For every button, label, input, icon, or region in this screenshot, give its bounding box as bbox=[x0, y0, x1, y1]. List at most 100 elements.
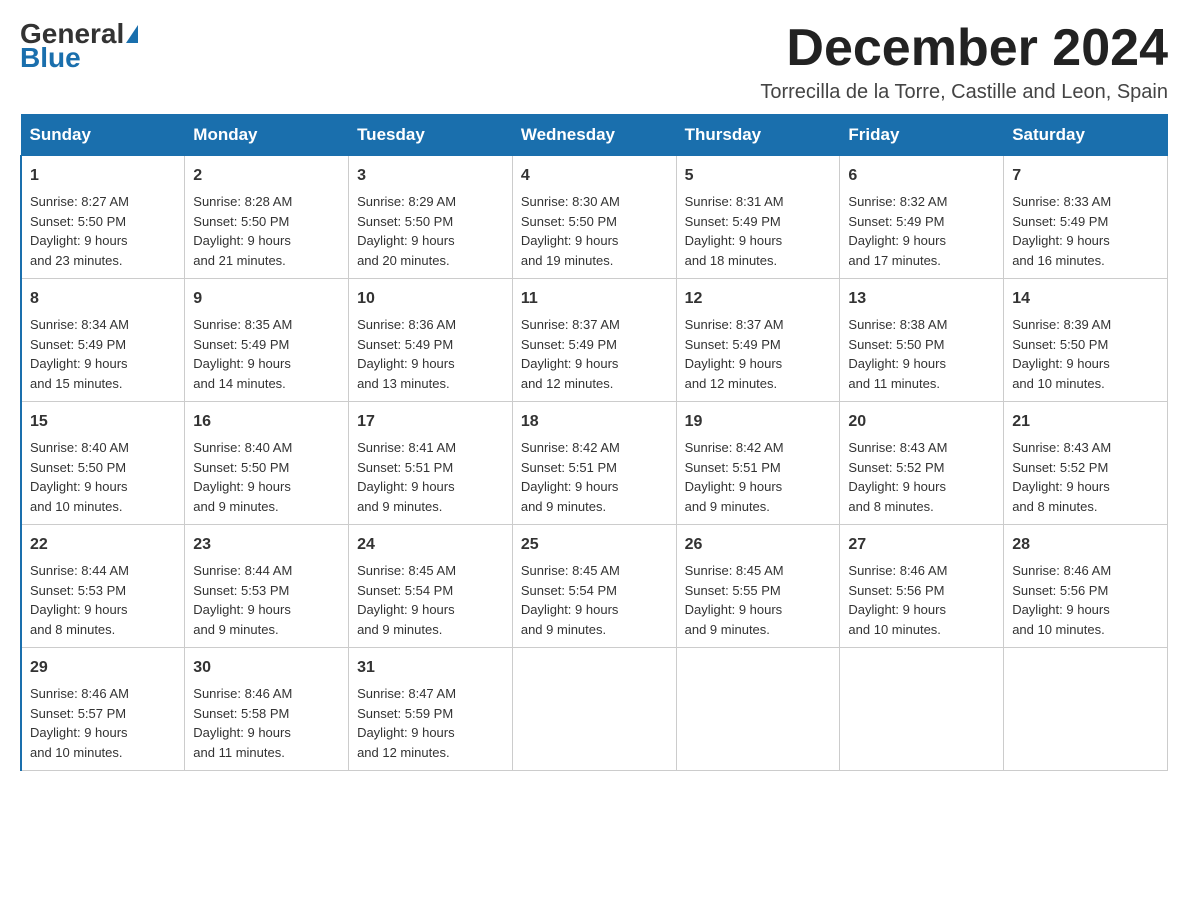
logo-blue: Blue bbox=[20, 44, 81, 72]
day-number: 20 bbox=[848, 410, 995, 434]
day-number: 14 bbox=[1012, 287, 1159, 311]
table-row: 25 Sunrise: 8:45 AMSunset: 5:54 PMDaylig… bbox=[512, 525, 676, 648]
col-monday: Monday bbox=[185, 115, 349, 156]
day-number: 10 bbox=[357, 287, 504, 311]
day-number: 18 bbox=[521, 410, 668, 434]
day-info: Sunrise: 8:46 AMSunset: 5:56 PMDaylight:… bbox=[1012, 563, 1111, 637]
page-header: General Blue December 2024 Torrecilla de… bbox=[20, 20, 1168, 104]
day-number: 24 bbox=[357, 533, 504, 557]
day-info: Sunrise: 8:45 AMSunset: 5:54 PMDaylight:… bbox=[357, 563, 456, 637]
day-number: 1 bbox=[30, 164, 176, 188]
day-info: Sunrise: 8:45 AMSunset: 5:54 PMDaylight:… bbox=[521, 563, 620, 637]
month-year-title: December 2024 bbox=[760, 20, 1168, 77]
table-row: 22 Sunrise: 8:44 AMSunset: 5:53 PMDaylig… bbox=[21, 525, 185, 648]
day-info: Sunrise: 8:45 AMSunset: 5:55 PMDaylight:… bbox=[685, 563, 784, 637]
calendar-week-row: 1 Sunrise: 8:27 AMSunset: 5:50 PMDayligh… bbox=[21, 156, 1168, 279]
table-row: 27 Sunrise: 8:46 AMSunset: 5:56 PMDaylig… bbox=[840, 525, 1004, 648]
day-info: Sunrise: 8:29 AMSunset: 5:50 PMDaylight:… bbox=[357, 194, 456, 268]
logo: General Blue bbox=[20, 20, 138, 72]
table-row: 18 Sunrise: 8:42 AMSunset: 5:51 PMDaylig… bbox=[512, 402, 676, 525]
day-info: Sunrise: 8:34 AMSunset: 5:49 PMDaylight:… bbox=[30, 317, 129, 391]
table-row: 8 Sunrise: 8:34 AMSunset: 5:49 PMDayligh… bbox=[21, 279, 185, 402]
day-info: Sunrise: 8:41 AMSunset: 5:51 PMDaylight:… bbox=[357, 440, 456, 514]
col-wednesday: Wednesday bbox=[512, 115, 676, 156]
day-number: 31 bbox=[357, 656, 504, 680]
table-row bbox=[1004, 648, 1168, 771]
day-number: 25 bbox=[521, 533, 668, 557]
table-row: 28 Sunrise: 8:46 AMSunset: 5:56 PMDaylig… bbox=[1004, 525, 1168, 648]
table-row bbox=[676, 648, 840, 771]
table-row: 23 Sunrise: 8:44 AMSunset: 5:53 PMDaylig… bbox=[185, 525, 349, 648]
day-number: 11 bbox=[521, 287, 668, 311]
table-row: 4 Sunrise: 8:30 AMSunset: 5:50 PMDayligh… bbox=[512, 156, 676, 279]
table-row: 20 Sunrise: 8:43 AMSunset: 5:52 PMDaylig… bbox=[840, 402, 1004, 525]
day-info: Sunrise: 8:37 AMSunset: 5:49 PMDaylight:… bbox=[521, 317, 620, 391]
day-number: 30 bbox=[193, 656, 340, 680]
table-row: 5 Sunrise: 8:31 AMSunset: 5:49 PMDayligh… bbox=[676, 156, 840, 279]
table-row: 12 Sunrise: 8:37 AMSunset: 5:49 PMDaylig… bbox=[676, 279, 840, 402]
table-row: 7 Sunrise: 8:33 AMSunset: 5:49 PMDayligh… bbox=[1004, 156, 1168, 279]
table-row: 14 Sunrise: 8:39 AMSunset: 5:50 PMDaylig… bbox=[1004, 279, 1168, 402]
day-number: 15 bbox=[30, 410, 176, 434]
col-thursday: Thursday bbox=[676, 115, 840, 156]
day-info: Sunrise: 8:32 AMSunset: 5:49 PMDaylight:… bbox=[848, 194, 947, 268]
day-info: Sunrise: 8:39 AMSunset: 5:50 PMDaylight:… bbox=[1012, 317, 1111, 391]
day-number: 28 bbox=[1012, 533, 1159, 557]
day-info: Sunrise: 8:37 AMSunset: 5:49 PMDaylight:… bbox=[685, 317, 784, 391]
day-info: Sunrise: 8:47 AMSunset: 5:59 PMDaylight:… bbox=[357, 686, 456, 760]
calendar-week-row: 29 Sunrise: 8:46 AMSunset: 5:57 PMDaylig… bbox=[21, 648, 1168, 771]
col-sunday: Sunday bbox=[21, 115, 185, 156]
day-number: 4 bbox=[521, 164, 668, 188]
day-info: Sunrise: 8:35 AMSunset: 5:49 PMDaylight:… bbox=[193, 317, 292, 391]
table-row bbox=[840, 648, 1004, 771]
table-row: 6 Sunrise: 8:32 AMSunset: 5:49 PMDayligh… bbox=[840, 156, 1004, 279]
day-number: 22 bbox=[30, 533, 176, 557]
day-number: 8 bbox=[30, 287, 176, 311]
day-info: Sunrise: 8:46 AMSunset: 5:56 PMDaylight:… bbox=[848, 563, 947, 637]
day-info: Sunrise: 8:33 AMSunset: 5:49 PMDaylight:… bbox=[1012, 194, 1111, 268]
table-row: 30 Sunrise: 8:46 AMSunset: 5:58 PMDaylig… bbox=[185, 648, 349, 771]
day-number: 26 bbox=[685, 533, 832, 557]
table-row: 1 Sunrise: 8:27 AMSunset: 5:50 PMDayligh… bbox=[21, 156, 185, 279]
table-row: 21 Sunrise: 8:43 AMSunset: 5:52 PMDaylig… bbox=[1004, 402, 1168, 525]
calendar-week-row: 8 Sunrise: 8:34 AMSunset: 5:49 PMDayligh… bbox=[21, 279, 1168, 402]
table-row: 31 Sunrise: 8:47 AMSunset: 5:59 PMDaylig… bbox=[349, 648, 513, 771]
calendar-week-row: 22 Sunrise: 8:44 AMSunset: 5:53 PMDaylig… bbox=[21, 525, 1168, 648]
table-row: 26 Sunrise: 8:45 AMSunset: 5:55 PMDaylig… bbox=[676, 525, 840, 648]
day-number: 23 bbox=[193, 533, 340, 557]
day-number: 19 bbox=[685, 410, 832, 434]
day-info: Sunrise: 8:40 AMSunset: 5:50 PMDaylight:… bbox=[193, 440, 292, 514]
day-info: Sunrise: 8:42 AMSunset: 5:51 PMDaylight:… bbox=[685, 440, 784, 514]
day-info: Sunrise: 8:44 AMSunset: 5:53 PMDaylight:… bbox=[193, 563, 292, 637]
table-row: 16 Sunrise: 8:40 AMSunset: 5:50 PMDaylig… bbox=[185, 402, 349, 525]
table-row: 24 Sunrise: 8:45 AMSunset: 5:54 PMDaylig… bbox=[349, 525, 513, 648]
calendar-week-row: 15 Sunrise: 8:40 AMSunset: 5:50 PMDaylig… bbox=[21, 402, 1168, 525]
table-row: 15 Sunrise: 8:40 AMSunset: 5:50 PMDaylig… bbox=[21, 402, 185, 525]
day-info: Sunrise: 8:42 AMSunset: 5:51 PMDaylight:… bbox=[521, 440, 620, 514]
calendar-table: Sunday Monday Tuesday Wednesday Thursday… bbox=[20, 114, 1168, 771]
day-number: 7 bbox=[1012, 164, 1159, 188]
table-row bbox=[512, 648, 676, 771]
day-info: Sunrise: 8:44 AMSunset: 5:53 PMDaylight:… bbox=[30, 563, 129, 637]
table-row: 2 Sunrise: 8:28 AMSunset: 5:50 PMDayligh… bbox=[185, 156, 349, 279]
table-row: 9 Sunrise: 8:35 AMSunset: 5:49 PMDayligh… bbox=[185, 279, 349, 402]
day-info: Sunrise: 8:27 AMSunset: 5:50 PMDaylight:… bbox=[30, 194, 129, 268]
day-number: 9 bbox=[193, 287, 340, 311]
day-number: 27 bbox=[848, 533, 995, 557]
day-number: 6 bbox=[848, 164, 995, 188]
day-number: 2 bbox=[193, 164, 340, 188]
day-info: Sunrise: 8:28 AMSunset: 5:50 PMDaylight:… bbox=[193, 194, 292, 268]
table-row: 11 Sunrise: 8:37 AMSunset: 5:49 PMDaylig… bbox=[512, 279, 676, 402]
table-row: 19 Sunrise: 8:42 AMSunset: 5:51 PMDaylig… bbox=[676, 402, 840, 525]
calendar-header-row: Sunday Monday Tuesday Wednesday Thursday… bbox=[21, 115, 1168, 156]
day-info: Sunrise: 8:46 AMSunset: 5:57 PMDaylight:… bbox=[30, 686, 129, 760]
col-saturday: Saturday bbox=[1004, 115, 1168, 156]
title-section: December 2024 Torrecilla de la Torre, Ca… bbox=[760, 20, 1168, 104]
logo-triangle-icon bbox=[126, 25, 138, 43]
day-number: 29 bbox=[30, 656, 176, 680]
table-row: 13 Sunrise: 8:38 AMSunset: 5:50 PMDaylig… bbox=[840, 279, 1004, 402]
day-info: Sunrise: 8:43 AMSunset: 5:52 PMDaylight:… bbox=[848, 440, 947, 514]
day-number: 21 bbox=[1012, 410, 1159, 434]
day-number: 3 bbox=[357, 164, 504, 188]
day-info: Sunrise: 8:40 AMSunset: 5:50 PMDaylight:… bbox=[30, 440, 129, 514]
